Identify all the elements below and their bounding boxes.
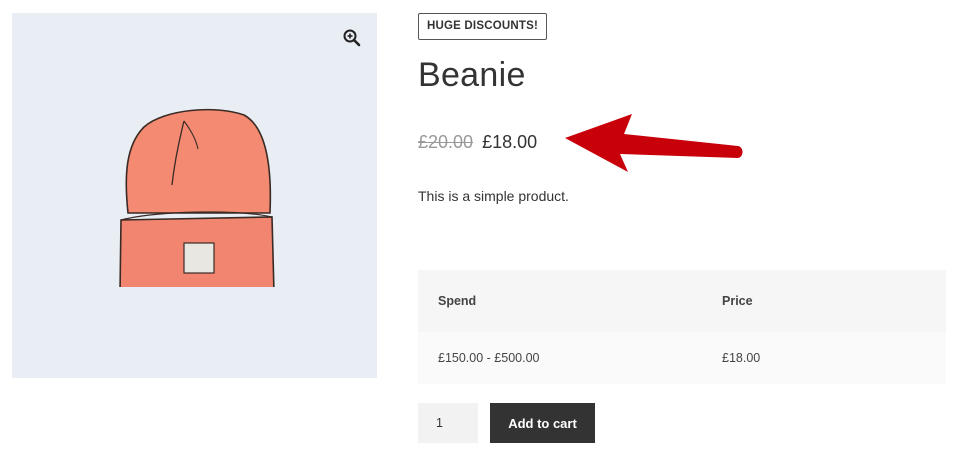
table-header-row: Spend Price xyxy=(418,270,946,332)
column-header-spend: Spend xyxy=(418,270,702,332)
regular-price: £20.00 xyxy=(418,132,474,152)
red-arrow-icon xyxy=(565,114,743,172)
column-header-price: Price xyxy=(702,270,946,332)
zoom-icon[interactable] xyxy=(343,29,361,47)
quantity-input[interactable] xyxy=(418,403,478,443)
table-cell-price: £18.00 xyxy=(702,332,946,384)
product-description: This is a simple product. xyxy=(418,188,569,204)
add-to-cart-button[interactable]: Add to cart xyxy=(490,403,595,443)
product-title: Beanie xyxy=(418,56,526,94)
discount-badge: HUGE DISCOUNTS! xyxy=(418,13,547,40)
tier-pricing-table: Spend Price £150.00 - £500.00 £18.00 xyxy=(418,270,946,384)
table-row: £150.00 - £500.00 £18.00 xyxy=(418,332,946,384)
product-gallery xyxy=(12,13,377,378)
table-cell-spend: £150.00 - £500.00 xyxy=(418,332,702,384)
beanie-image[interactable] xyxy=(116,105,276,287)
sale-price: £18.00 xyxy=(482,132,538,152)
product-price: £20.00 £18.00 xyxy=(418,132,537,153)
